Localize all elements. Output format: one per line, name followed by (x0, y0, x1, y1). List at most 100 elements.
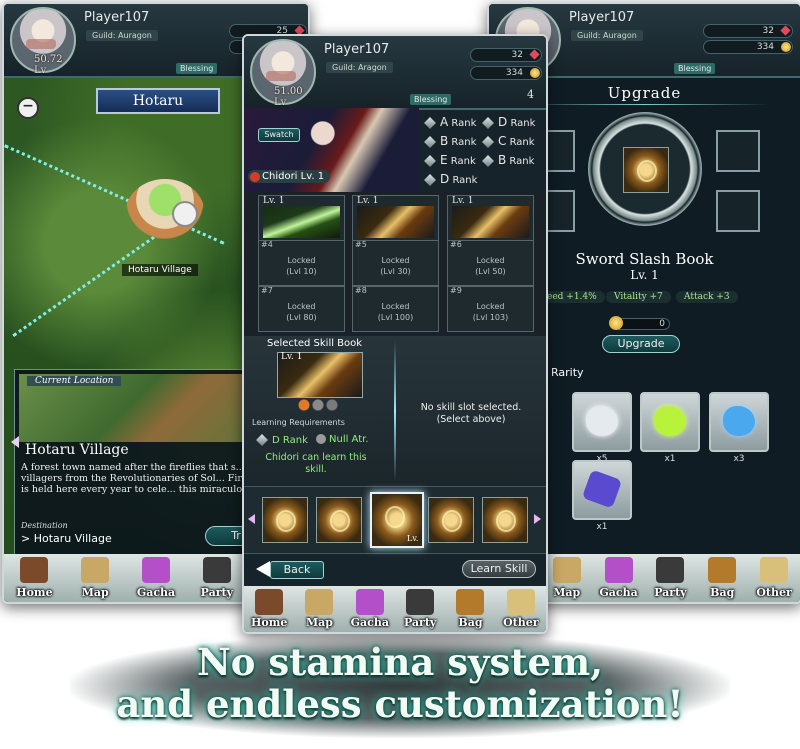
upgrade-button[interactable]: Upgrade (602, 335, 680, 353)
guild-name: Guild: Aragon (326, 62, 393, 73)
no-slot-selected-text: No skill slot selected. (Select above) (420, 402, 522, 425)
guild-name: Guild: Auragon (86, 30, 158, 41)
player-level: 51.00 Lv (274, 86, 303, 108)
fire-element-icon (250, 172, 260, 182)
gold-value: 334 (470, 66, 542, 80)
nav-map[interactable]: Map (294, 586, 344, 632)
blessing-value: 4 (527, 88, 534, 101)
player-name: Player107 (324, 42, 390, 57)
player-header: 51.00 Lv Player107 Guild: Aragon 32 334 (244, 36, 546, 110)
gold-value: 334 (703, 40, 793, 54)
center-screen: 51.00 Lv Player107 Guild: Aragon 32 334 B… (242, 34, 548, 634)
scroll-right-icon[interactable] (534, 514, 541, 524)
nav-other[interactable]: Other (748, 554, 800, 602)
blessing-bar: Blessing (176, 63, 218, 74)
skill-book-item[interactable] (482, 497, 528, 543)
nav-gacha[interactable]: Gacha (593, 554, 645, 602)
location-name: Hotaru Village (25, 442, 129, 458)
rank-badge: B Rank (424, 134, 476, 148)
back-arrow-icon[interactable] (11, 436, 19, 448)
guild-name: Guild: Auragon (571, 30, 643, 41)
rank-badge: D Rank (482, 115, 535, 129)
required-attribute: Null Atr. (316, 434, 369, 445)
gem-icon (780, 25, 791, 36)
nav-other[interactable]: Other (496, 586, 546, 632)
stamina-value: 32 (470, 48, 542, 62)
nav-party[interactable]: Party (186, 554, 247, 602)
skill-book-item[interactable] (262, 497, 308, 543)
material-item[interactable]: x1 (572, 460, 632, 532)
nav-bag[interactable]: Bag (445, 586, 495, 632)
material-item[interactable]: x5 (572, 392, 632, 464)
element-orbs (298, 399, 342, 411)
skill-slot-locked[interactable]: #9 Locked (Lvl 103) (447, 286, 534, 332)
material-slot[interactable] (716, 130, 760, 172)
stamina-value: 32 (703, 24, 793, 38)
material-item[interactable]: x1 (640, 392, 700, 464)
nav-home[interactable]: Home (4, 554, 65, 602)
zoom-out-button[interactable]: − (17, 97, 39, 119)
rarity-label: Rarity (551, 366, 584, 379)
divider (519, 104, 770, 105)
skill-book-item[interactable] (316, 497, 362, 543)
skill-slot-locked[interactable]: #6 Locked (Lvl 50) (447, 240, 534, 286)
nav-gacha[interactable]: Gacha (126, 554, 187, 602)
skill-slot-locked[interactable]: #4 Locked (Lvl 10) (258, 240, 345, 286)
blessing-bar: Blessing (674, 63, 716, 74)
coin-icon (781, 42, 791, 52)
nav-gacha[interactable]: Gacha (345, 586, 395, 632)
map-marker-label[interactable]: Hotaru Village (122, 264, 198, 276)
nav-map[interactable]: Map (65, 554, 126, 602)
learning-requirements-label: Learning Requirements (252, 418, 345, 427)
can-learn-text: Chidori can learn this skill. (265, 452, 367, 475)
destination-label: Destination (21, 521, 68, 530)
selected-skill-level: Lv. 1 (281, 352, 303, 362)
selected-skill-header: Selected Skill Book (267, 338, 363, 349)
blessing-bar: Blessing (410, 94, 452, 105)
book-level: Lv. (407, 534, 419, 543)
player-name: Player107 (569, 10, 635, 25)
back-button[interactable]: Back (270, 561, 324, 579)
nav-map[interactable]: Map (541, 554, 593, 602)
nav-party[interactable]: Party (644, 554, 696, 602)
material-slot[interactable] (716, 190, 760, 232)
skill-slot-locked[interactable]: #7 Locked (Lvl 80) (258, 286, 345, 332)
bottom-nav: Home Map Gacha Party Bag Other (244, 586, 546, 632)
sword-slash-book-icon (623, 147, 669, 193)
skill-slot[interactable]: Lv. 1 (447, 195, 534, 241)
skill-slot-locked[interactable]: #5 Locked (Lvl 30) (352, 240, 439, 286)
panel-divider (394, 341, 396, 481)
skill-slot-locked[interactable]: #8 Locked (Lvl 100) (352, 286, 439, 332)
tagline-line-1: No stamina system, (196, 640, 604, 684)
gem-icon (529, 49, 540, 60)
stat-vitality: Vitality +7 (606, 291, 671, 303)
skill-book-item[interactable] (428, 497, 474, 543)
material-item[interactable]: x3 (709, 392, 769, 464)
rank-badge: A Rank (424, 115, 476, 129)
stat-attack: Attack +3 (676, 291, 738, 303)
nav-party[interactable]: Party (395, 586, 445, 632)
skill-slot[interactable]: Lv. 1 (258, 195, 345, 241)
current-location-badge: Current Location (27, 376, 122, 386)
coin-icon (609, 316, 623, 330)
rank-badge: D Rank (424, 172, 477, 186)
nav-home[interactable]: Home (244, 586, 294, 632)
scroll-left-icon[interactable] (248, 514, 255, 524)
skill-slot[interactable]: Lv. 1 (352, 195, 439, 241)
stat-speed: eed +1.4% (539, 291, 605, 303)
learn-skill-button[interactable]: Learn Skill (462, 560, 536, 578)
rank-badge: C Rank (482, 134, 535, 148)
nav-bag[interactable]: Bag (696, 554, 748, 602)
required-rank: D Rank (256, 434, 308, 446)
destination-value: > Hotaru Village (21, 532, 112, 545)
character-name: Chidori Lv. 1 (248, 170, 331, 183)
rank-badge: B Rank (482, 153, 534, 167)
rank-badge: E Rank (424, 153, 476, 167)
swatch-button[interactable]: Swatch (258, 128, 300, 142)
coin-icon (530, 68, 540, 78)
tagline-line-2: and endless customization! (116, 682, 684, 726)
player-name: Player107 (84, 10, 150, 25)
region-title-banner: Hotaru (96, 88, 220, 114)
back-arrow-icon (256, 561, 270, 577)
player-level: 50.72 Lv (34, 54, 63, 76)
